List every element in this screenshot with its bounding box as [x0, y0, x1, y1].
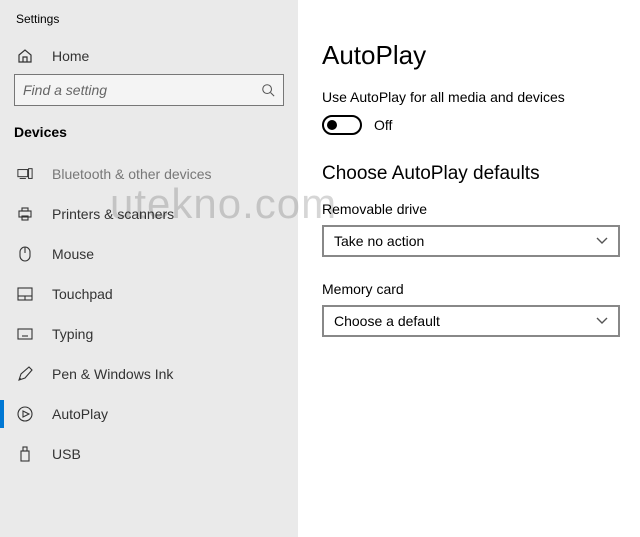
sidebar: Settings Home Devices Bluetooth & ot: [0, 0, 298, 537]
sidebar-item-label: AutoPlay: [52, 406, 108, 422]
sidebar-item-label: Printers & scanners: [52, 206, 174, 222]
content-area: AutoPlay Use AutoPlay for all media and …: [298, 0, 640, 337]
search-icon: [261, 83, 275, 97]
window-title: Settings: [0, 8, 298, 38]
autoplay-toggle[interactable]: [322, 115, 362, 135]
memorycard-label: Memory card: [322, 281, 640, 297]
sidebar-item-label: Bluetooth & other devices: [52, 166, 212, 182]
sidebar-item-label: Touchpad: [52, 286, 113, 302]
sidebar-item-label: Pen & Windows Ink: [52, 366, 173, 382]
sidebar-item-label: Typing: [52, 326, 93, 342]
memory-card-select[interactable]: Choose a default: [322, 305, 620, 337]
search-field[interactable]: [23, 82, 261, 98]
sidebar-item-label: USB: [52, 446, 81, 462]
devices-icon: [16, 167, 34, 181]
toggle-state-label: Off: [374, 117, 392, 133]
sidebar-item-autoplay[interactable]: AutoPlay: [0, 394, 298, 434]
search-input[interactable]: [14, 74, 284, 106]
home-label: Home: [52, 48, 89, 64]
home-button[interactable]: Home: [0, 38, 298, 74]
sidebar-item-pen[interactable]: Pen & Windows Ink: [0, 354, 298, 394]
usb-icon: [16, 446, 34, 462]
chevron-down-icon: [596, 237, 608, 245]
select-value: Take no action: [334, 233, 424, 249]
sidebar-item-usb[interactable]: USB: [0, 434, 298, 474]
toggle-description: Use AutoPlay for all media and devices: [322, 89, 640, 105]
sidebar-item-printers[interactable]: Printers & scanners: [0, 194, 298, 234]
removable-drive-select[interactable]: Take no action: [322, 225, 620, 257]
keyboard-icon: [16, 328, 34, 340]
chevron-down-icon: [596, 317, 608, 325]
section-header: Devices: [0, 120, 298, 154]
sidebar-item-touchpad[interactable]: Touchpad: [0, 274, 298, 314]
sidebar-item-typing[interactable]: Typing: [0, 314, 298, 354]
sidebar-item-mouse[interactable]: Mouse: [0, 234, 298, 274]
removable-label: Removable drive: [322, 201, 640, 217]
touchpad-icon: [16, 287, 34, 301]
sidebar-item-bluetooth[interactable]: Bluetooth & other devices: [0, 154, 298, 194]
defaults-heading: Choose AutoPlay defaults: [322, 163, 640, 185]
select-value: Choose a default: [334, 313, 440, 329]
autoplay-icon: [16, 406, 34, 422]
pen-icon: [16, 366, 34, 382]
mouse-icon: [16, 246, 34, 262]
page-title: AutoPlay: [322, 40, 640, 71]
sidebar-item-label: Mouse: [52, 246, 94, 262]
printer-icon: [16, 207, 34, 221]
home-icon: [16, 48, 34, 64]
